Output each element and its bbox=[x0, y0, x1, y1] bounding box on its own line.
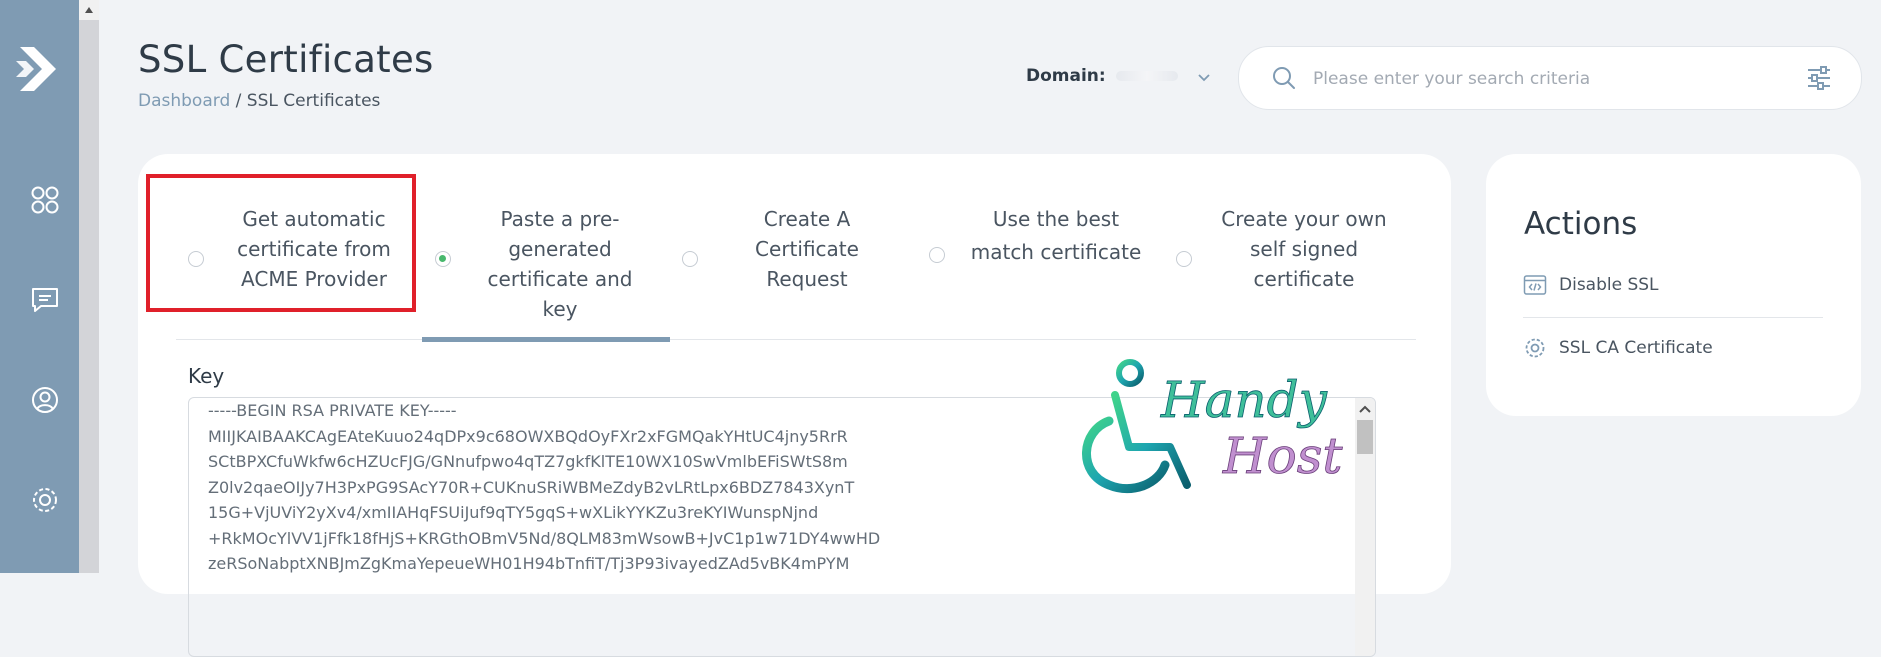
radio-paste-certificate[interactable] bbox=[435, 251, 451, 267]
gear-icon bbox=[1525, 338, 1545, 358]
code-window-icon bbox=[1523, 275, 1547, 295]
tab-self-signed[interactable]: Create your own self signed certificate bbox=[1164, 204, 1411, 354]
handyhost-watermark-logo: Handy Host bbox=[1082, 359, 1344, 494]
user-icon[interactable] bbox=[30, 385, 70, 425]
ssl-ca-certificate-action[interactable]: SSL CA Certificate bbox=[1523, 334, 1823, 362]
chevron-down-icon bbox=[1198, 74, 1210, 82]
radio-acme-provider[interactable] bbox=[188, 251, 204, 267]
tab-label: Use the best match certificate bbox=[970, 207, 1142, 264]
svg-text:Handy: Handy bbox=[1160, 371, 1328, 429]
page-scrollbar[interactable] bbox=[79, 0, 99, 573]
tab-label: Create your own self signed certificate bbox=[1221, 207, 1387, 291]
disable-ssl-action[interactable]: Disable SSL bbox=[1523, 271, 1823, 299]
radio-self-signed[interactable] bbox=[1176, 251, 1192, 267]
key-field-label: Key bbox=[188, 364, 225, 388]
tab-paste-certificate[interactable]: Paste a pre- generated certificate and k… bbox=[423, 204, 670, 354]
settings-icon[interactable] bbox=[30, 485, 70, 525]
ssl-ca-certificate-label: SSL CA Certificate bbox=[1559, 338, 1713, 358]
disable-ssl-label: Disable SSL bbox=[1559, 275, 1659, 295]
key-textarea-content: -----BEGIN RSA PRIVATE KEY----- MIIJKAIB… bbox=[208, 401, 881, 573]
active-tab-indicator bbox=[422, 337, 670, 342]
tab-acme-provider[interactable]: Get automatic certificate from ACME Prov… bbox=[176, 204, 423, 354]
actions-title: Actions bbox=[1524, 206, 1638, 242]
chat-icon[interactable] bbox=[30, 285, 70, 325]
domain-value-redacted bbox=[1116, 71, 1178, 81]
page-title: SSL Certificates bbox=[138, 38, 434, 81]
breadcrumb-current: SSL Certificates bbox=[246, 91, 381, 111]
search-bar bbox=[1238, 46, 1862, 110]
tab-label: Paste a pre- generated certificate and k… bbox=[487, 207, 633, 321]
breadcrumb-separator: / bbox=[230, 91, 247, 111]
actions-divider bbox=[1523, 317, 1823, 318]
tab-certificate-request[interactable]: Create A Certificate Request bbox=[670, 204, 917, 354]
search-input[interactable] bbox=[1311, 61, 1765, 97]
search-icon bbox=[1273, 67, 1295, 89]
domain-label: Domain: bbox=[1026, 66, 1106, 86]
actions-panel: Actions Disable SSL SSL CA Certificate bbox=[1486, 154, 1861, 416]
logo-icon[interactable] bbox=[16, 43, 64, 95]
sidebar bbox=[0, 0, 79, 573]
scroll-up-arrow-icon[interactable] bbox=[79, 0, 99, 20]
radio-certificate-request[interactable] bbox=[682, 251, 698, 267]
svg-text:Host: Host bbox=[1222, 427, 1343, 485]
grid-icon[interactable] bbox=[30, 185, 70, 225]
tab-label: Get automatic certificate from ACME Prov… bbox=[237, 207, 391, 291]
tab-best-match[interactable]: Use the best match certificate bbox=[917, 204, 1164, 354]
breadcrumb-dashboard-link[interactable]: Dashboard bbox=[138, 91, 230, 111]
tabs-divider bbox=[176, 339, 1416, 340]
tab-label: Create A Certificate Request bbox=[755, 207, 859, 291]
filter-sliders-icon[interactable] bbox=[1805, 64, 1833, 92]
breadcrumb: Dashboard / SSL Certificates bbox=[138, 91, 380, 111]
radio-best-match[interactable] bbox=[929, 247, 945, 263]
domain-select[interactable] bbox=[1112, 64, 1212, 90]
